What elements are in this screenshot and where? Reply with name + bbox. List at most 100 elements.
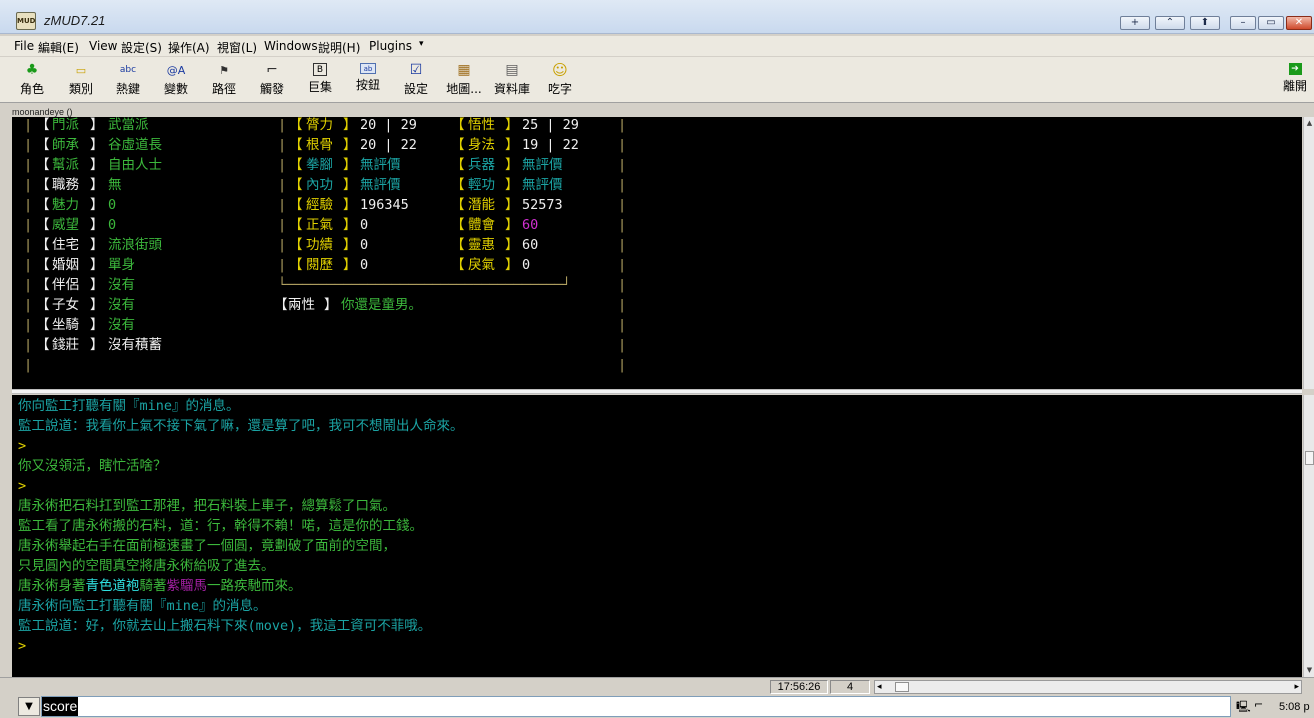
field-bracket: 【 [274,297,288,313]
menu-overflow-arrow-icon[interactable]: ▾ [419,39,424,49]
field-key: 膂力 [306,117,333,133]
frame-mid-border: | [278,237,287,253]
field-bracket: 】 [505,197,519,213]
toolbar-character-button[interactable]: ♣ 角色 [10,63,54,97]
field-value: 25 | 29 [522,117,579,133]
menu-edit[interactable]: 編輯(E) [38,39,79,56]
scroll-left-arrow-icon[interactable]: ◂ [877,681,882,693]
frame-mid-border: | [278,137,287,153]
tray-clock: 5:08 p [1279,701,1310,713]
toolbar-settings-button[interactable]: ☑ 設定 [394,63,438,97]
field-bracket: 【 [289,177,303,193]
toolbar-database-button[interactable]: ▤ 資料庫 [490,63,534,97]
minimize-button[interactable]: – [1230,16,1256,30]
frame-left-border: | [24,197,33,213]
toolbar-hotkey-button[interactable]: abc 熱鍵 [106,63,150,97]
scrollbar-thumb[interactable] [895,682,909,692]
pane-splitter[interactable] [12,389,1302,394]
system-tray: 🖳 ⌐ 5:08 p [1232,696,1314,717]
scroll-right-arrow-icon[interactable]: ▸ [1294,681,1299,693]
menu-help[interactable]: 說明(H) [318,39,360,56]
field-bracket: 【 [451,237,465,253]
status-bar: 17:56:26 4 ◂ ▸ [0,677,1314,694]
frame-right-border: | [618,177,627,193]
command-history-dropdown[interactable]: ▼ [18,697,40,716]
frame-bottom-border: └──────────────────────────────────┘ [278,277,571,293]
horizontal-scrollbar[interactable]: ◂ ▸ [874,680,1302,694]
log-segment: 你又沒領活，瞎忙活啥？ [18,458,167,474]
field-key: 根骨 [306,137,333,153]
scroll-up-arrow-icon[interactable]: ▲ [1305,118,1314,128]
maximize-button[interactable]: ▭ [1258,16,1284,30]
log-line: 唐永術向監工打聽有關『mine』的消息。 [18,596,267,616]
log-line: 唐永術把石料扛到監工那裡，把石料裝上車子，總算鬆了口氣。 [18,496,396,516]
log-line: > [18,636,26,656]
field-bracket: 】 [505,217,519,233]
scrollbar-thumb[interactable] [1305,451,1314,465]
log-segment: 監工說道：我看你上氣不接下氣了嘛，還是算了吧，我可不想鬧出人命來。 [18,418,464,434]
field-value: 沒有 [108,317,135,333]
field-bracket: 【 [36,297,50,313]
frame-left-border: | [24,277,33,293]
toolbar-label: 地圖... [446,82,482,96]
window-rollup-button[interactable]: ⌃ [1155,16,1185,30]
toolbar-label: 角色 [19,82,44,96]
menu-view[interactable]: View [89,39,117,53]
character-icon: ♣ [25,62,39,78]
toolbar-button-editor-button[interactable]: ab 按鈕 [346,63,390,93]
frame-left-border: | [24,337,33,353]
field-bracket: 】 [90,137,104,153]
menu-window-cn[interactable]: 視窗(L) [217,39,257,56]
field-bracket: 【 [36,337,50,353]
menu-action[interactable]: 操作(A) [168,39,210,56]
field-bracket: 】 [343,257,357,273]
field-key: 正氣 [306,217,333,233]
field-bracket: 】 [90,257,104,273]
field-value: 自由人士 [108,157,162,173]
command-input[interactable]: score [41,696,1231,717]
variable-icon: @A [166,64,186,77]
frame-left-border: | [24,317,33,333]
toolbar: ♣ 角色 ▭ 類別 abc 熱鍵 @A 變數 ⚑ 路徑 ⌐ 觸發 B 巨集 ab… [0,57,1314,103]
menu-file[interactable]: File [14,39,34,53]
toolbar-path-button[interactable]: ⚑ 路徑 [202,63,246,97]
command-text: score [42,697,79,716]
field-bracket: 【 [36,157,50,173]
gender-key: 兩性 [288,297,315,313]
status-window-scrollbar[interactable]: ▲ [1303,117,1314,389]
menu-settings[interactable]: 設定(S) [121,39,162,56]
toolbar-map-button[interactable]: ▦ 地圖... [442,63,486,97]
toolbar-macro-button[interactable]: B 巨集 [298,63,342,95]
frame-right-border: | [618,317,627,333]
toolbar-variable-button[interactable]: @A 變數 [154,63,198,97]
scroll-down-arrow-icon[interactable]: ▼ [1305,665,1314,675]
log-line: 你向監工打聽有關『mine』的消息。 [18,396,240,416]
log-line: 監工說道：我看你上氣不接下氣了嘛，還是算了吧，我可不想鬧出人命來。 [18,416,464,436]
frame-left-border: | [24,357,33,373]
frame-mid-border: | [278,257,287,273]
network-tray-icon[interactable]: 🖳 [1236,698,1251,717]
window-ontop-button[interactable]: ⬆ [1190,16,1220,30]
toolbar-exit-button[interactable]: ➔ 離開 [1276,63,1314,94]
frame-right-border: | [618,197,627,213]
field-bracket: 】 [90,317,104,333]
field-key: 師承 [52,137,79,153]
log-segment: 唐永術舉起右手在面前極速畫了一個圓，竟劃破了面前的空間， [18,538,396,554]
close-button[interactable]: ✕ [1286,16,1312,30]
field-bracket: 】 [343,217,357,233]
toolbar-class-button[interactable]: ▭ 類別 [59,63,103,97]
menu-plugins[interactable]: Plugins [369,39,412,53]
status-count: 4 [830,680,870,694]
log-line: 唐永術舉起右手在面前極速畫了一個圓，竟劃破了面前的空間， [18,536,396,556]
output-log-scrollbar[interactable]: ▼ [1303,395,1314,677]
field-bracket: 】 [90,297,104,313]
session-tab-label[interactable]: moonandeye () [12,107,73,117]
toolbar-label: 離開 [1282,79,1307,93]
toolbar-trigger-button[interactable]: ⌐ 觸發 [250,63,294,97]
field-value: 沒有 [108,277,135,293]
trigger-tray-icon[interactable]: ⌐ [1254,698,1263,711]
menu-windows[interactable]: Windows [264,39,318,53]
window-extra-plus-button[interactable]: + [1120,16,1150,30]
status-window: | 【門派】武當派 | | 【師承】谷虛道長 | | 【幫派】自由人士 | | 【職務】無 | | 【魅力… [12,117,1302,389]
toolbar-eatword-button[interactable]: ☺ 吃字 [538,63,582,97]
